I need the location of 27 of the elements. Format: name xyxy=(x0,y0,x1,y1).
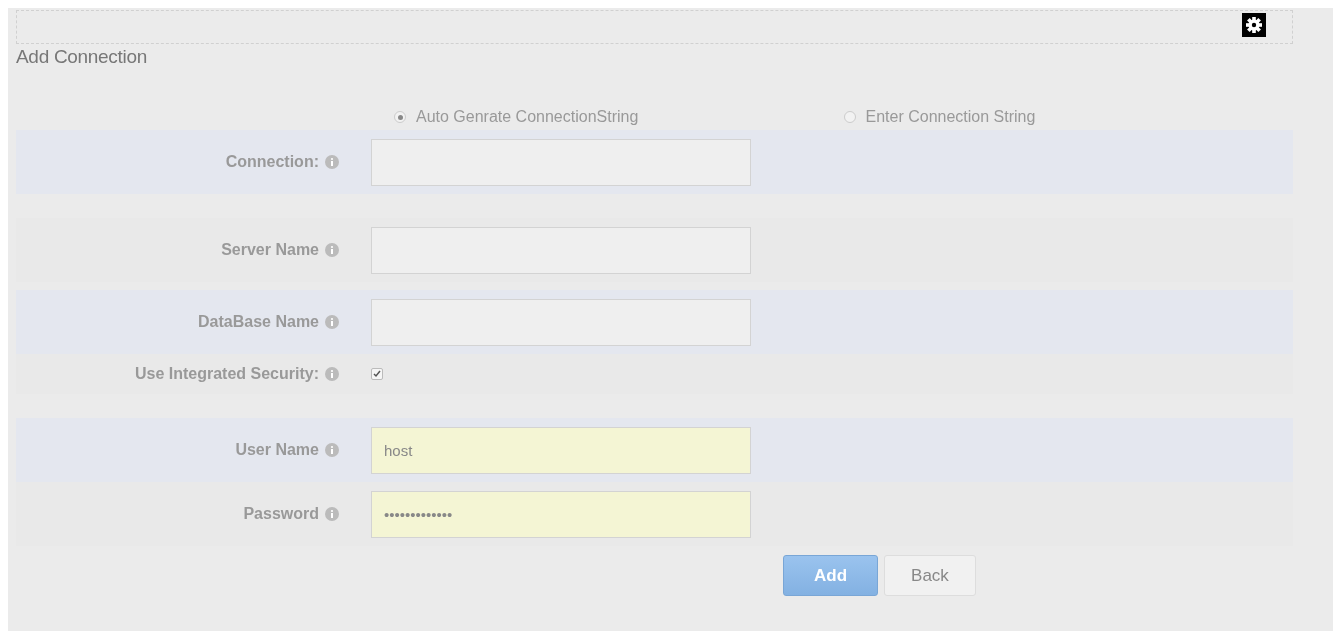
info-icon xyxy=(325,367,339,381)
info-icon xyxy=(325,315,339,329)
back-button[interactable]: Back xyxy=(884,555,976,596)
field-label: Connection: xyxy=(225,153,319,171)
info-icon xyxy=(325,243,339,257)
input-field[interactable] xyxy=(371,226,751,274)
radio-button[interactable] xyxy=(394,111,406,123)
field-label: Use Integrated Security: xyxy=(134,365,319,383)
info-icon xyxy=(325,507,339,521)
radio-option[interactable]: Enter Connection String xyxy=(843,108,1293,126)
input-field[interactable]: ••••••••••••• xyxy=(371,490,751,538)
settings-icon[interactable] xyxy=(1242,13,1266,37)
checkmark-icon xyxy=(373,370,381,378)
input-field[interactable]: host xyxy=(371,426,751,474)
radio-button[interactable] xyxy=(843,111,856,123)
field-label: Server Name xyxy=(221,241,319,259)
field-label: DataBase Name xyxy=(198,313,319,331)
page-title: Add Connection xyxy=(16,46,148,68)
radio-option[interactable]: Auto Genrate ConnectionString xyxy=(394,108,844,126)
field-label: Password xyxy=(243,505,319,523)
input-field[interactable] xyxy=(371,138,751,186)
add-button[interactable]: Add xyxy=(783,555,879,596)
field-label: User Name xyxy=(235,441,319,459)
info-icon xyxy=(325,155,339,169)
input-field[interactable] xyxy=(371,298,751,346)
info-icon xyxy=(325,443,339,457)
checkbox[interactable] xyxy=(371,368,383,380)
